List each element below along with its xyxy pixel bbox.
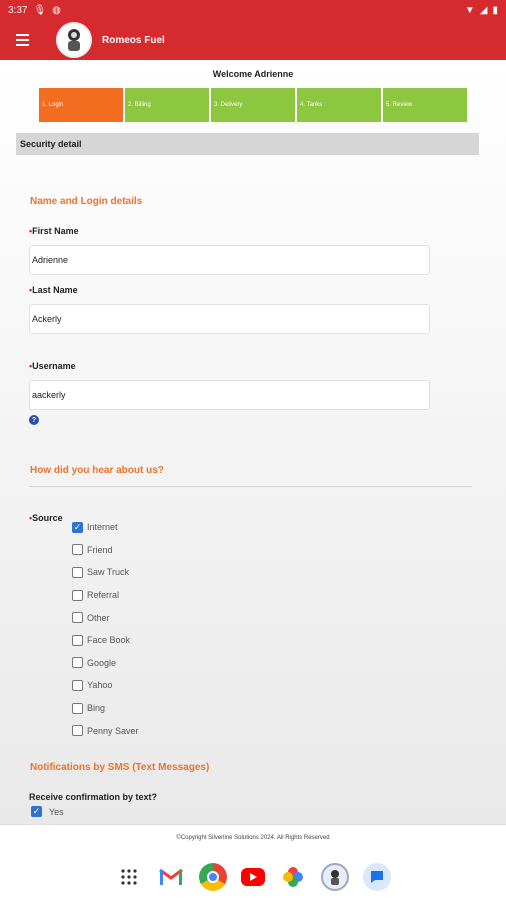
last-name-field[interactable]: Ackerly xyxy=(29,304,430,334)
source-checkbox[interactable] xyxy=(72,702,83,714)
source-option-label: Other xyxy=(87,612,110,623)
source-option[interactable]: Face Book xyxy=(72,629,139,652)
app-title: Romeos Fuel xyxy=(102,34,165,46)
app-dock xyxy=(0,854,506,900)
welcome-text: Welcome Adrienne xyxy=(212,69,294,79)
wifi-icon: ▼ xyxy=(464,4,475,16)
sms-yes-label: Yes xyxy=(49,806,64,817)
sms-question: Receive confirmation by text? xyxy=(29,792,158,802)
source-option-label: Internet xyxy=(87,522,118,533)
source-option-label: Penny Saver xyxy=(87,725,139,736)
source-option-label: Yahoo xyxy=(87,680,113,691)
source-option-label: Face Book xyxy=(87,635,131,646)
app-logo xyxy=(56,22,92,58)
step-delivery[interactable]: 3. Delivery xyxy=(211,88,295,122)
first-name-field[interactable]: Adrienne xyxy=(29,245,430,275)
username-label: •Username xyxy=(29,361,76,371)
step-login[interactable]: 1. Login xyxy=(39,88,123,122)
progress-steps: 1. Login 2. Billing 3. Delivery 4. Tanks… xyxy=(39,88,467,122)
source-checkbox[interactable] xyxy=(72,634,83,646)
sms-heading: Notifications by SMS (Text Messages) xyxy=(30,762,210,773)
source-checkbox[interactable] xyxy=(72,566,83,578)
source-checkbox[interactable]: ✓ xyxy=(72,521,83,533)
divider xyxy=(29,486,472,487)
last-name-label: •Last Name xyxy=(29,285,78,295)
notification-icon: ◍ xyxy=(52,4,61,16)
copyright-footer: ©Copyright Silverline Solutions 2024. Al… xyxy=(0,824,506,854)
source-option[interactable]: Google xyxy=(72,652,139,675)
source-checkbox[interactable] xyxy=(72,657,83,669)
source-option[interactable]: Other xyxy=(72,606,139,629)
first-name-label: •First Name xyxy=(29,226,79,236)
source-label: •Source xyxy=(29,513,63,523)
source-checkbox[interactable] xyxy=(72,589,83,601)
source-checkbox[interactable] xyxy=(72,725,83,737)
source-option[interactable]: Referral xyxy=(72,584,139,607)
username-field[interactable]: aackerly xyxy=(29,380,430,410)
youtube-icon[interactable] xyxy=(241,868,265,886)
source-option-label: Friend xyxy=(87,544,113,555)
source-option[interactable]: ✓ Internet xyxy=(72,516,139,539)
status-time: 3:37 xyxy=(8,4,28,16)
source-option[interactable]: Saw Truck xyxy=(72,561,139,584)
apps-grid-icon[interactable] xyxy=(115,863,143,891)
photos-icon[interactable] xyxy=(279,863,307,891)
chrome-icon[interactable] xyxy=(199,863,227,891)
mic-icon: 🎙 xyxy=(33,4,47,16)
source-option-label: Saw Truck xyxy=(87,567,130,578)
mascot-icon xyxy=(68,29,80,51)
step-review[interactable]: 5. Review xyxy=(383,88,467,122)
messages-icon[interactable] xyxy=(363,863,391,891)
step-billing[interactable]: 2. Billing xyxy=(125,88,209,122)
source-checkbox[interactable] xyxy=(72,544,83,556)
source-option-label: Bing xyxy=(87,703,106,714)
section-title: Security detail xyxy=(16,133,479,155)
main-content: Welcome Adrienne 1. Login 2. Billing 3. … xyxy=(0,60,506,824)
signal-icon: ◢ xyxy=(479,4,488,16)
source-option[interactable]: Penny Saver xyxy=(72,719,139,742)
menu-icon[interactable] xyxy=(16,32,38,48)
step-tanks[interactable]: 4. Tanks xyxy=(297,88,381,122)
hear-about-heading: How did you hear about us? xyxy=(30,465,164,476)
battery-icon: ▮ xyxy=(492,4,498,16)
sms-yes-checkbox[interactable]: ✓ xyxy=(31,806,42,817)
romeos-app-icon[interactable] xyxy=(321,863,349,891)
source-option-label: Referral xyxy=(87,590,120,601)
name-login-heading: Name and Login details xyxy=(30,196,143,207)
gmail-icon[interactable] xyxy=(157,863,185,891)
source-option[interactable]: Yahoo xyxy=(72,674,139,697)
source-options: ✓ Internet Friend Saw Truck Referral Other Fac… xyxy=(72,516,139,742)
app-bar: Romeos Fuel xyxy=(0,20,506,60)
source-checkbox[interactable] xyxy=(72,612,83,624)
sms-yes-option[interactable]: ✓ Yes xyxy=(31,806,64,817)
source-option[interactable]: Friend xyxy=(72,539,139,562)
source-option-label: Google xyxy=(87,657,117,668)
source-option[interactable]: Bing xyxy=(72,697,139,720)
help-icon[interactable]: ? xyxy=(29,415,39,425)
status-bar: 3:37 🎙 ◍ ▼ ◢ ▮ xyxy=(0,0,506,20)
source-checkbox[interactable] xyxy=(72,679,83,691)
